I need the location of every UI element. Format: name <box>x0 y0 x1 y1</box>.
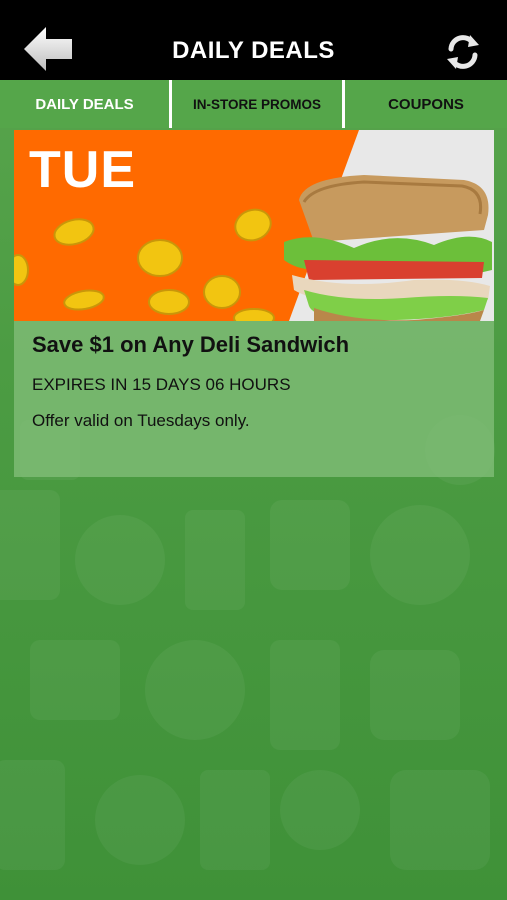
deal-banner: TUE <box>14 130 494 321</box>
tab-daily-deals[interactable]: DAILY DEALS <box>0 80 169 128</box>
deal-card[interactable]: TUE Save $1 on Any Deli Sandwich EXPIRES… <box>14 130 494 477</box>
sandwich-image <box>284 175 492 321</box>
deal-terms: Offer valid on Tuesdays only. <box>32 411 250 430</box>
tab-coupons[interactable]: COUPONS <box>345 80 507 128</box>
page-title-text: DAILY DEALS <box>172 37 335 64</box>
refresh-icon <box>447 35 479 69</box>
tab-in-store-promos[interactable]: IN-STORE PROMOS <box>172 80 342 128</box>
page-title: DAILY DEALS <box>0 0 507 80</box>
deal-expiry: EXPIRES IN 15 DAYS 06 HOURS <box>32 375 291 394</box>
tab-bar: DAILY DEALS IN-STORE PROMOS COUPONS <box>0 80 507 128</box>
top-bar: DAILY DEALS <box>0 0 507 80</box>
deal-title: Save $1 on Any Deli Sandwich <box>32 332 350 357</box>
refresh-button[interactable] <box>443 32 483 72</box>
banner-day-label: TUE <box>29 141 136 199</box>
